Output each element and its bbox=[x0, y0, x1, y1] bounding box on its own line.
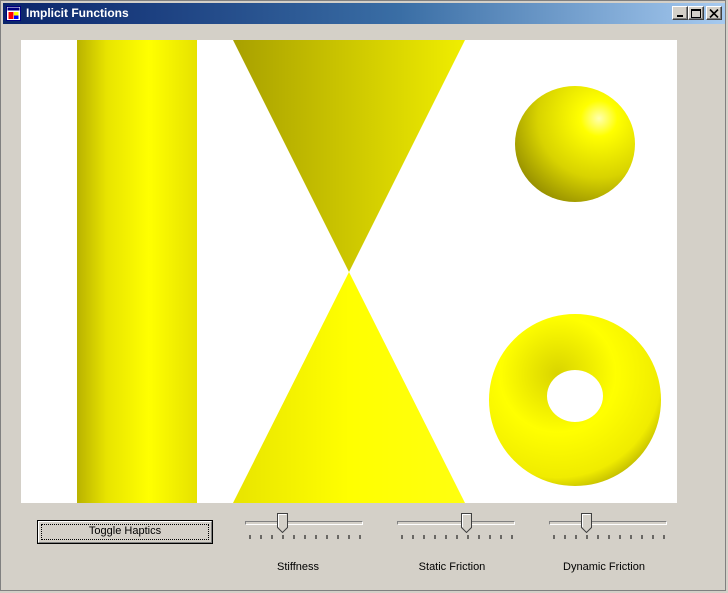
dynamic-friction-label: Dynamic Friction bbox=[563, 561, 645, 573]
toggle-haptics-label: Toggle Haptics bbox=[88, 525, 162, 537]
slider-thumb[interactable] bbox=[277, 513, 288, 533]
cone-lower-shape bbox=[233, 272, 465, 503]
app-window: Implicit Functions Toggle Haptics Stiffn… bbox=[0, 0, 726, 591]
cone-upper-shape bbox=[233, 40, 465, 272]
slider-ticks bbox=[249, 535, 361, 539]
minimize-icon bbox=[677, 15, 683, 17]
close-button[interactable] bbox=[706, 6, 722, 20]
slider-thumb[interactable] bbox=[581, 513, 592, 533]
maximize-icon bbox=[691, 9, 701, 18]
close-icon bbox=[709, 9, 719, 18]
title-bar[interactable]: Implicit Functions bbox=[3, 3, 725, 24]
sphere-shape bbox=[515, 86, 635, 202]
render-viewport[interactable] bbox=[21, 40, 677, 503]
app-window-icon[interactable] bbox=[6, 6, 21, 21]
stiffness-slider[interactable] bbox=[243, 509, 367, 541]
slider-track bbox=[397, 521, 515, 525]
toggle-haptics-button[interactable]: Toggle Haptics bbox=[37, 520, 213, 544]
slider-track bbox=[245, 521, 363, 525]
torus-shape bbox=[489, 314, 662, 486]
slider-track bbox=[549, 521, 667, 525]
static-friction-slider[interactable] bbox=[395, 509, 519, 541]
slider-ticks bbox=[401, 535, 513, 539]
slider-ticks bbox=[553, 535, 665, 539]
cylinder-shape bbox=[77, 40, 197, 503]
stiffness-label: Stiffness bbox=[277, 561, 319, 573]
static-friction-label: Static Friction bbox=[418, 561, 486, 573]
minimize-button[interactable] bbox=[672, 6, 688, 20]
dynamic-friction-slider[interactable] bbox=[547, 509, 671, 541]
maximize-button[interactable] bbox=[688, 6, 704, 20]
slider-thumb[interactable] bbox=[461, 513, 472, 533]
window-title: Implicit Functions bbox=[26, 6, 129, 20]
